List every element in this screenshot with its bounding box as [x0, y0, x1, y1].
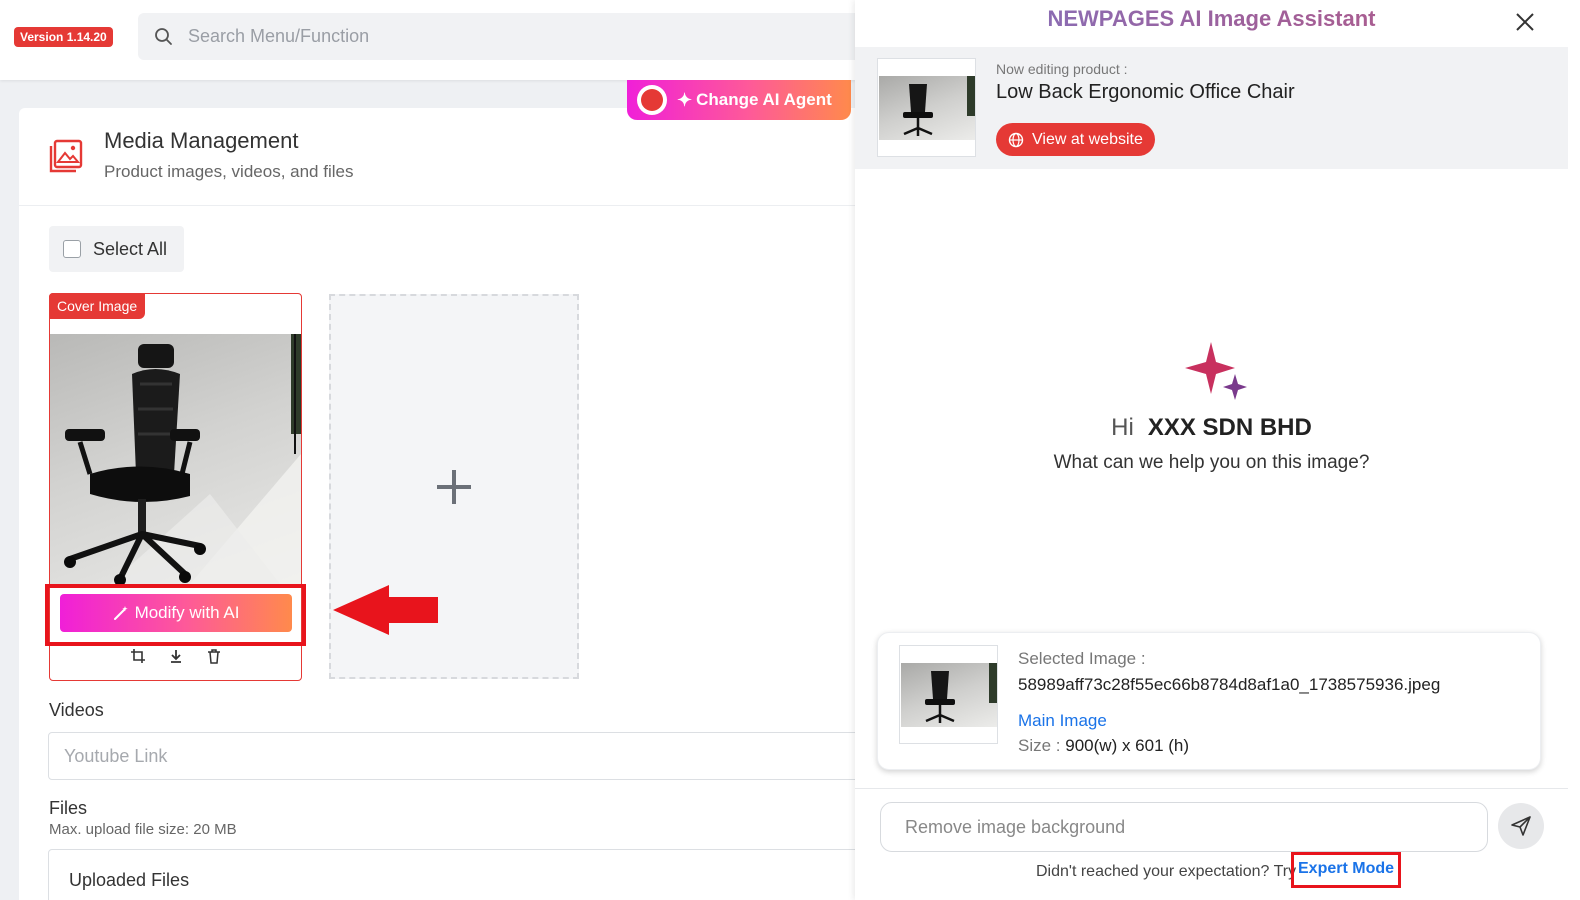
crop-icon[interactable]: [130, 648, 146, 664]
greeting-hi: Hi: [1111, 414, 1134, 441]
divider: [855, 788, 1568, 789]
media-icon: [49, 139, 83, 173]
image-actions: [130, 648, 222, 664]
youtube-link-input[interactable]: Youtube Link: [48, 732, 888, 780]
image-size: Size : 900(w) x 601 (h): [1018, 736, 1189, 756]
greeting: Hi XXX SDN BHD: [855, 414, 1568, 442]
product-info-bar: Now editing product : Low Back Ergonomic…: [855, 47, 1568, 169]
now-editing-label: Now editing product :: [996, 61, 1128, 77]
search-icon: [155, 27, 172, 45]
size-value: 900(w) x 601 (h): [1065, 736, 1190, 755]
selected-image-card: Selected Image : 58989aff73c28f55ec66b87…: [877, 632, 1541, 770]
cover-image-badge: Cover Image: [49, 293, 146, 319]
plus-icon: [437, 469, 471, 504]
prompt-input[interactable]: Remove image background: [880, 802, 1488, 852]
media-subtitle: Product images, videos, and files: [104, 162, 354, 181]
selected-image-filename: 58989aff73c28f55ec66b8784d8af1a0_1738575…: [1018, 675, 1441, 694]
close-icon[interactable]: [1513, 10, 1537, 34]
divider: [19, 205, 879, 206]
change-agent-label: Change AI Agent: [696, 90, 832, 109]
ai-assistant-panel: NEWPAGES AI Image Assistant Now editing …: [855, 0, 1580, 900]
modify-label: Modify with AI: [134, 603, 240, 622]
product-name: Low Back Ergonomic Office Chair: [996, 81, 1295, 103]
view-at-website-button[interactable]: View at website: [996, 123, 1155, 156]
selected-image-label: Selected Image :: [1018, 649, 1146, 668]
company-name: XXX SDN BHD: [1147, 414, 1312, 441]
product-image[interactable]: [50, 334, 301, 584]
main-image-link[interactable]: Main Image: [1018, 711, 1107, 731]
search-input[interactable]: Search Menu/Function: [138, 13, 878, 60]
product-thumbnail: [877, 58, 976, 157]
magic-wand-icon: [113, 606, 128, 620]
uploaded-files-label: Uploaded Files: [69, 870, 190, 890]
change-ai-agent-button[interactable]: ✦ Change AI Agent: [627, 80, 851, 120]
files-label: Files: [49, 798, 88, 818]
view-at-website-label: View at website: [1032, 130, 1143, 148]
top-bar: Version 1.14.20 Search Menu/Function: [0, 0, 878, 80]
send-button[interactable]: [1498, 803, 1544, 849]
arrow-icon: [333, 585, 438, 635]
media-title: Media Management: [104, 128, 299, 153]
agent-logo-icon: [637, 85, 667, 115]
help-text: What can we help you on this image?: [1053, 452, 1370, 473]
selected-image-thumbnail: [899, 645, 998, 744]
expert-mode-link[interactable]: Expert Mode: [1291, 852, 1402, 888]
globe-icon: [1008, 132, 1024, 147]
sparkle-icon: ✦: [677, 89, 693, 110]
sparkles-icon: [1185, 342, 1247, 400]
cover-image-card[interactable]: Cover Image Modify with AI: [45, 293, 306, 681]
videos-label: Videos: [49, 700, 104, 720]
panel-title: NEWPAGES AI Image Assistant: [855, 6, 1568, 32]
send-icon: [1511, 816, 1531, 836]
trash-icon[interactable]: [206, 648, 222, 664]
select-all-checkbox[interactable]: Select All: [49, 226, 184, 272]
search-placeholder: Search Menu/Function: [188, 26, 370, 46]
modify-with-ai-button[interactable]: Modify with AI: [60, 594, 292, 632]
version-badge: Version 1.14.20: [14, 27, 113, 47]
expectation-text: Didn't reached your expectation? Try: [1036, 863, 1297, 880]
uploaded-files-section: Uploaded Files: [48, 849, 888, 900]
size-key: Size :: [1018, 736, 1061, 755]
checkbox[interactable]: [63, 240, 81, 258]
files-size-note: Max. upload file size: 20 MB: [49, 821, 237, 838]
media-management-card: Media Management Product images, videos,…: [19, 108, 888, 900]
select-all-label: Select All: [93, 238, 168, 259]
download-icon[interactable]: [168, 648, 184, 664]
